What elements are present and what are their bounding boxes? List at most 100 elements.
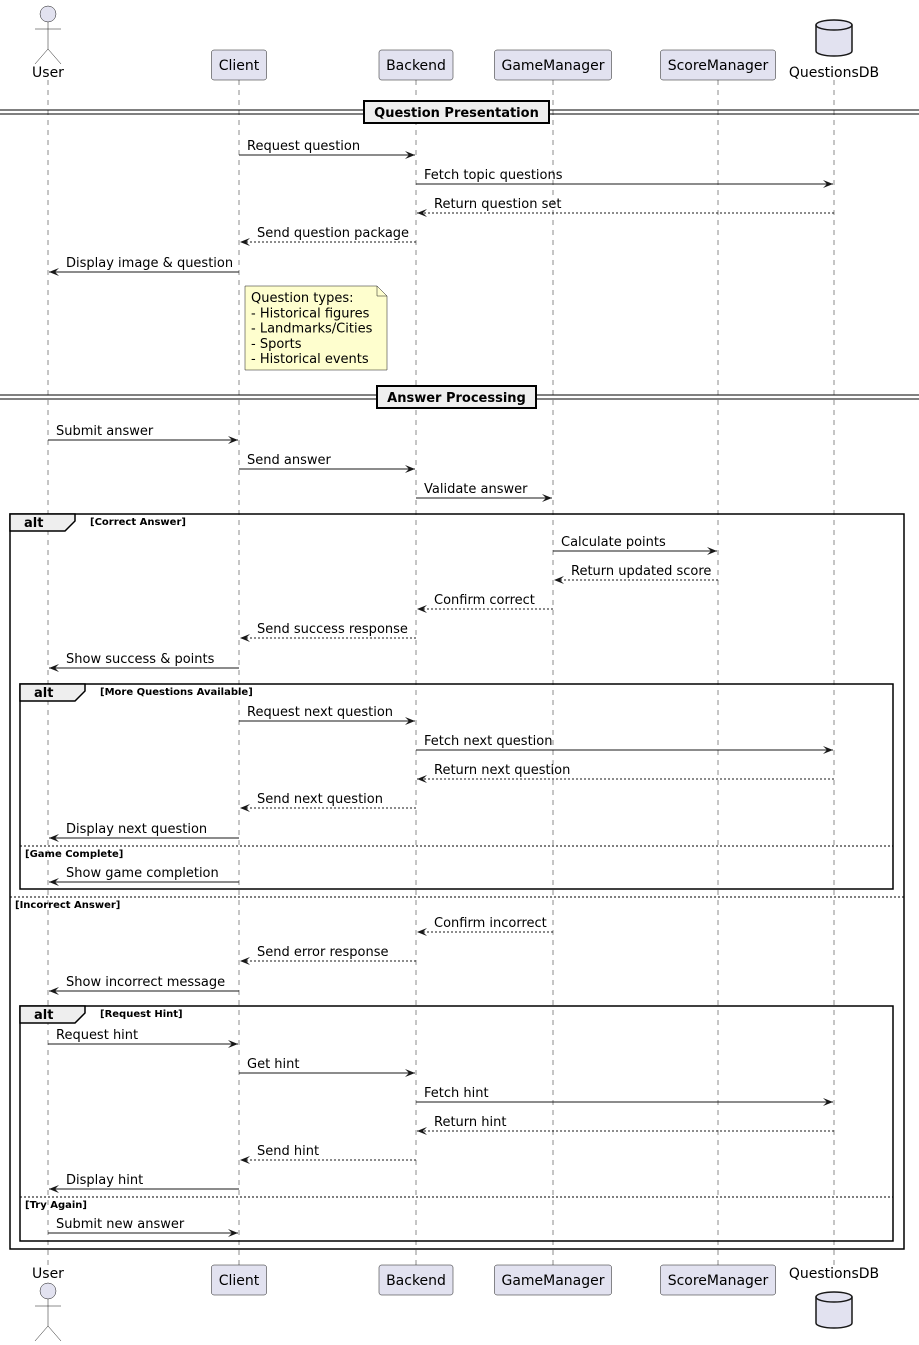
- message: Submit new answer: [48, 1217, 238, 1237]
- message-label: Send success response: [257, 622, 408, 637]
- fragment-condition: [More Questions Available]: [100, 687, 253, 698]
- message: Return question set: [417, 197, 834, 217]
- participant-label: Client: [219, 1273, 260, 1289]
- message-label: Show game completion: [66, 866, 219, 881]
- message-label: Send next question: [257, 792, 383, 807]
- message: Send hint: [240, 1144, 416, 1164]
- fragment-type: alt: [34, 686, 53, 701]
- note-line: - Sports: [251, 337, 302, 352]
- participant-sm: ScoreManager: [660, 49, 776, 81]
- participant-client: Client: [211, 49, 267, 81]
- message: Fetch topic questions: [416, 168, 833, 188]
- note-line: - Historical figures: [251, 306, 370, 321]
- divider: Question Presentation: [0, 100, 919, 124]
- message-label: Send answer: [247, 453, 331, 468]
- message-label: Request hint: [56, 1028, 138, 1043]
- divider-label: Answer Processing: [387, 391, 526, 406]
- participant-db: QuestionsDB: [789, 1266, 879, 1329]
- message: Request next question: [239, 705, 415, 725]
- message: Submit answer: [48, 424, 238, 444]
- participant-label: Backend: [386, 58, 446, 74]
- message-label: Calculate points: [561, 535, 666, 550]
- divider: Answer Processing: [0, 385, 919, 409]
- message-label: Fetch next question: [424, 734, 552, 749]
- message-label: Display image & question: [66, 256, 233, 271]
- participant-gm: GameManager: [494, 1264, 612, 1296]
- message: Return next question: [417, 763, 834, 783]
- message: Return updated score: [554, 564, 718, 584]
- note-line: - Landmarks/Cities: [251, 322, 373, 337]
- message: Show success & points: [49, 652, 239, 672]
- fragment-condition: [Correct Answer]: [90, 517, 186, 528]
- message: Display hint: [49, 1173, 239, 1193]
- participant-backend: Backend: [378, 1264, 454, 1296]
- message-label: Get hint: [247, 1057, 300, 1072]
- message-label: Return question set: [434, 197, 561, 212]
- fragment-condition: [Request Hint]: [100, 1009, 183, 1020]
- arrowhead-icon: [240, 238, 250, 246]
- message-label: Return hint: [434, 1115, 506, 1130]
- arrowhead-icon: [240, 804, 250, 812]
- message: Confirm correct: [417, 593, 553, 613]
- participant-user: User: [32, 1266, 64, 1342]
- fragment-type: alt: [34, 1008, 53, 1023]
- message: Show game completion: [49, 866, 239, 886]
- message-label: Request question: [247, 139, 360, 154]
- arrowhead-icon: [240, 1156, 250, 1164]
- message: Display next question: [49, 822, 239, 842]
- arrowhead-icon: [240, 634, 250, 642]
- participant-gm: GameManager: [494, 49, 612, 81]
- message-label: Fetch topic questions: [424, 168, 563, 183]
- note: Question types:- Historical figures- Lan…: [244, 285, 388, 371]
- fragment-condition: [Incorrect Answer]: [15, 900, 120, 911]
- message: Confirm incorrect: [417, 916, 553, 936]
- fragment-condition: [Try Again]: [25, 1200, 87, 1211]
- database-icon: [815, 19, 853, 57]
- message-label: Send hint: [257, 1144, 319, 1159]
- participant-label: QuestionsDB: [789, 1266, 879, 1282]
- message-label: Submit new answer: [56, 1217, 185, 1232]
- message: Fetch next question: [416, 734, 833, 754]
- participant-label: GameManager: [501, 58, 604, 74]
- message: Send error response: [240, 945, 416, 965]
- divider-label: Question Presentation: [374, 106, 539, 121]
- message: Get hint: [239, 1057, 415, 1077]
- message: Request question: [239, 139, 415, 159]
- message-label: Fetch hint: [424, 1086, 489, 1101]
- participant-label: Client: [219, 58, 260, 74]
- note-line: Question types:: [251, 291, 353, 306]
- arrowhead-icon: [417, 605, 427, 613]
- fragment-frame: [19, 683, 894, 890]
- actor-icon: [39, 1282, 57, 1300]
- participant-db: QuestionsDB: [789, 19, 879, 81]
- note-line: - Historical events: [251, 352, 369, 367]
- sequence-diagram: User User Client Client Backend Backend GameMa…: [0, 5, 919, 1342]
- message: Send answer: [239, 453, 415, 473]
- participant-label: ScoreManager: [668, 1273, 769, 1289]
- actor-icon: [34, 1299, 62, 1342]
- actor-icon: [39, 5, 57, 23]
- participant-label: Backend: [386, 1273, 446, 1289]
- message-label: Confirm incorrect: [434, 916, 547, 931]
- message: Validate answer: [416, 482, 552, 502]
- participant-label: ScoreManager: [668, 58, 769, 74]
- message: Return hint: [417, 1115, 834, 1135]
- participant-user: User: [32, 5, 64, 81]
- arrowhead-icon: [417, 928, 427, 936]
- participant-label: User: [32, 1266, 64, 1282]
- message-label: Validate answer: [424, 482, 528, 497]
- message: Request hint: [48, 1028, 238, 1048]
- message-label: Confirm correct: [434, 593, 535, 608]
- fragment-condition: [Game Complete]: [25, 849, 123, 860]
- participant-label: QuestionsDB: [789, 65, 879, 81]
- message-label: Display next question: [66, 822, 207, 837]
- message-label: Request next question: [247, 705, 393, 720]
- message-label: Submit answer: [56, 424, 154, 439]
- participant-label: User: [32, 65, 64, 81]
- message: Show incorrect message: [49, 975, 239, 995]
- alt-fragment: alt [More Questions Available] [Game Compl…: [19, 683, 894, 890]
- participant-sm: ScoreManager: [660, 1264, 776, 1296]
- fragment-type: alt: [24, 516, 43, 531]
- message-label: Show success & points: [66, 652, 215, 667]
- participant-client: Client: [211, 1264, 267, 1296]
